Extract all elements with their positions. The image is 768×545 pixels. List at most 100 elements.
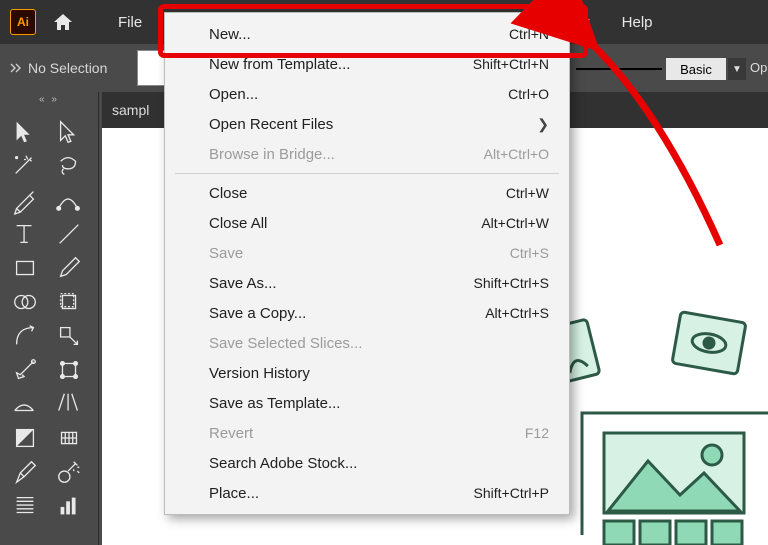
tool-paintbrush[interactable] bbox=[50, 252, 88, 284]
menu-item-label: Close All bbox=[209, 215, 481, 232]
menu-item-shortcut: Ctrl+N bbox=[509, 26, 549, 42]
tool-blend[interactable] bbox=[6, 456, 44, 488]
curvature-icon bbox=[55, 185, 83, 215]
menu-item-label: Save bbox=[209, 245, 510, 262]
menu-item-label: Search Adobe Stock... bbox=[209, 455, 549, 472]
home-button[interactable] bbox=[50, 9, 76, 35]
menu-item-label: New from Template... bbox=[209, 56, 473, 73]
panel-grip-icon[interactable]: « » bbox=[0, 92, 98, 106]
menu-item-label: New... bbox=[209, 26, 509, 43]
menu-item-shortcut: Alt+Ctrl+W bbox=[481, 215, 549, 231]
tool-gradient[interactable] bbox=[6, 422, 44, 454]
free-transform-icon bbox=[55, 321, 83, 351]
menu-item-shortcut: Alt+Ctrl+O bbox=[484, 146, 549, 162]
menu-item-save-selected-slices: Save Selected Slices... bbox=[165, 328, 569, 358]
tool-mesh[interactable] bbox=[6, 388, 44, 420]
menu-item-label: Close bbox=[209, 185, 506, 202]
rotate-icon bbox=[55, 287, 83, 317]
menu-item-shortcut: Shift+Ctrl+S bbox=[474, 275, 549, 291]
menu-item-browse-in-bridge: Browse in Bridge...Alt+Ctrl+O bbox=[165, 139, 569, 169]
tool-warp[interactable] bbox=[50, 354, 88, 386]
warp-icon bbox=[55, 355, 83, 385]
menu-separator bbox=[175, 173, 559, 174]
app-window: Ai File v Help No Selection Basic ▼ Opa … bbox=[0, 0, 768, 545]
tool-scale[interactable] bbox=[6, 320, 44, 352]
mesh-icon bbox=[11, 389, 39, 419]
tool-wrinkle[interactable] bbox=[6, 490, 44, 522]
type-icon bbox=[11, 219, 39, 249]
column-graph-icon bbox=[55, 491, 83, 521]
menu-item-label: Browse in Bridge... bbox=[209, 146, 484, 163]
submenu-arrow-icon: ❯ bbox=[537, 116, 549, 133]
menu-item-place[interactable]: Place...Shift+Ctrl+P bbox=[165, 478, 569, 508]
stroke-profile-select[interactable]: Basic bbox=[666, 58, 726, 80]
tool-rectangle[interactable] bbox=[6, 252, 44, 284]
eyedropper-icon bbox=[55, 423, 83, 453]
tool-perspective[interactable] bbox=[50, 388, 88, 420]
menu-item-save: SaveCtrl+S bbox=[165, 238, 569, 268]
scale-icon bbox=[11, 321, 39, 351]
tool-column-graph[interactable] bbox=[50, 490, 88, 522]
menu-item-label: Open Recent Files bbox=[209, 116, 537, 133]
menu-item-shortcut: F12 bbox=[525, 425, 549, 441]
stroke-preview bbox=[576, 68, 662, 70]
tool-direct-selection[interactable] bbox=[50, 116, 88, 148]
menu-item-save-as[interactable]: Save As...Shift+Ctrl+S bbox=[165, 268, 569, 298]
menu-item-label: Save a Copy... bbox=[209, 305, 485, 322]
menu-item-save-a-copy[interactable]: Save a Copy...Alt+Ctrl+S bbox=[165, 298, 569, 328]
menu-view-partial[interactable]: v bbox=[566, 10, 606, 35]
tool-lasso[interactable] bbox=[50, 150, 88, 182]
menu-file[interactable]: File bbox=[102, 10, 158, 35]
tool-selection[interactable] bbox=[6, 116, 44, 148]
tool-line[interactable] bbox=[50, 218, 88, 250]
shape-builder-icon bbox=[11, 287, 39, 317]
menu-item-close-all[interactable]: Close AllAlt+Ctrl+W bbox=[165, 208, 569, 238]
menu-item-label: Save as Template... bbox=[209, 395, 549, 412]
menu-item-shortcut: Shift+Ctrl+P bbox=[474, 485, 549, 501]
menu-item-search-adobe-stock[interactable]: Search Adobe Stock... bbox=[165, 448, 569, 478]
tool-rotate[interactable] bbox=[50, 286, 88, 318]
menu-help[interactable]: Help bbox=[606, 10, 669, 35]
tool-pen[interactable] bbox=[6, 184, 44, 216]
document-tab[interactable]: sampl bbox=[112, 102, 149, 118]
magic-wand-icon bbox=[11, 151, 39, 181]
gradient-icon bbox=[11, 423, 39, 453]
menu-item-new-from-template[interactable]: New from Template...Shift+Ctrl+N bbox=[165, 49, 569, 79]
paintbrush-icon bbox=[55, 253, 83, 283]
expand-panel-icon[interactable] bbox=[8, 61, 22, 75]
menu-item-open-recent-files[interactable]: Open Recent Files❯ bbox=[165, 109, 569, 139]
stroke-profile-dropdown-icon[interactable]: ▼ bbox=[728, 58, 746, 80]
symbol-sprayer-icon bbox=[55, 457, 83, 487]
tool-type[interactable] bbox=[6, 218, 44, 250]
tool-curvature[interactable] bbox=[50, 184, 88, 216]
menu-item-label: Revert bbox=[209, 425, 525, 442]
tool-free-transform[interactable] bbox=[50, 320, 88, 352]
selection-status: No Selection bbox=[28, 60, 107, 76]
wrinkle-icon bbox=[11, 491, 39, 521]
width-icon bbox=[11, 355, 39, 385]
app-logo[interactable]: Ai bbox=[10, 9, 36, 35]
tool-eyedropper[interactable] bbox=[50, 422, 88, 454]
menu-item-open[interactable]: Open...Ctrl+O bbox=[165, 79, 569, 109]
perspective-icon bbox=[55, 389, 83, 419]
tool-shape-builder[interactable] bbox=[6, 286, 44, 318]
menu-item-shortcut: Shift+Ctrl+N bbox=[473, 56, 549, 72]
lasso-icon bbox=[55, 151, 83, 181]
menu-item-shortcut: Alt+Ctrl+S bbox=[485, 305, 549, 321]
tool-width[interactable] bbox=[6, 354, 44, 386]
menu-item-shortcut: Ctrl+W bbox=[506, 185, 549, 201]
menu-item-label: Version History bbox=[209, 365, 549, 382]
menu-item-label: Save Selected Slices... bbox=[209, 335, 549, 352]
tool-magic-wand[interactable] bbox=[6, 150, 44, 182]
menu-item-new[interactable]: New...Ctrl+N bbox=[165, 19, 569, 49]
file-menu-dropdown: New...Ctrl+NNew from Template...Shift+Ct… bbox=[164, 12, 570, 515]
menu-item-close[interactable]: CloseCtrl+W bbox=[165, 178, 569, 208]
menu-item-label: Save As... bbox=[209, 275, 474, 292]
menu-item-version-history[interactable]: Version History bbox=[165, 358, 569, 388]
tool-symbol-sprayer[interactable] bbox=[50, 456, 88, 488]
menu-item-save-as-template[interactable]: Save as Template... bbox=[165, 388, 569, 418]
line-icon bbox=[55, 219, 83, 249]
menu-item-shortcut: Ctrl+S bbox=[510, 245, 549, 261]
pen-icon bbox=[11, 185, 39, 215]
direct-selection-icon bbox=[55, 117, 83, 147]
